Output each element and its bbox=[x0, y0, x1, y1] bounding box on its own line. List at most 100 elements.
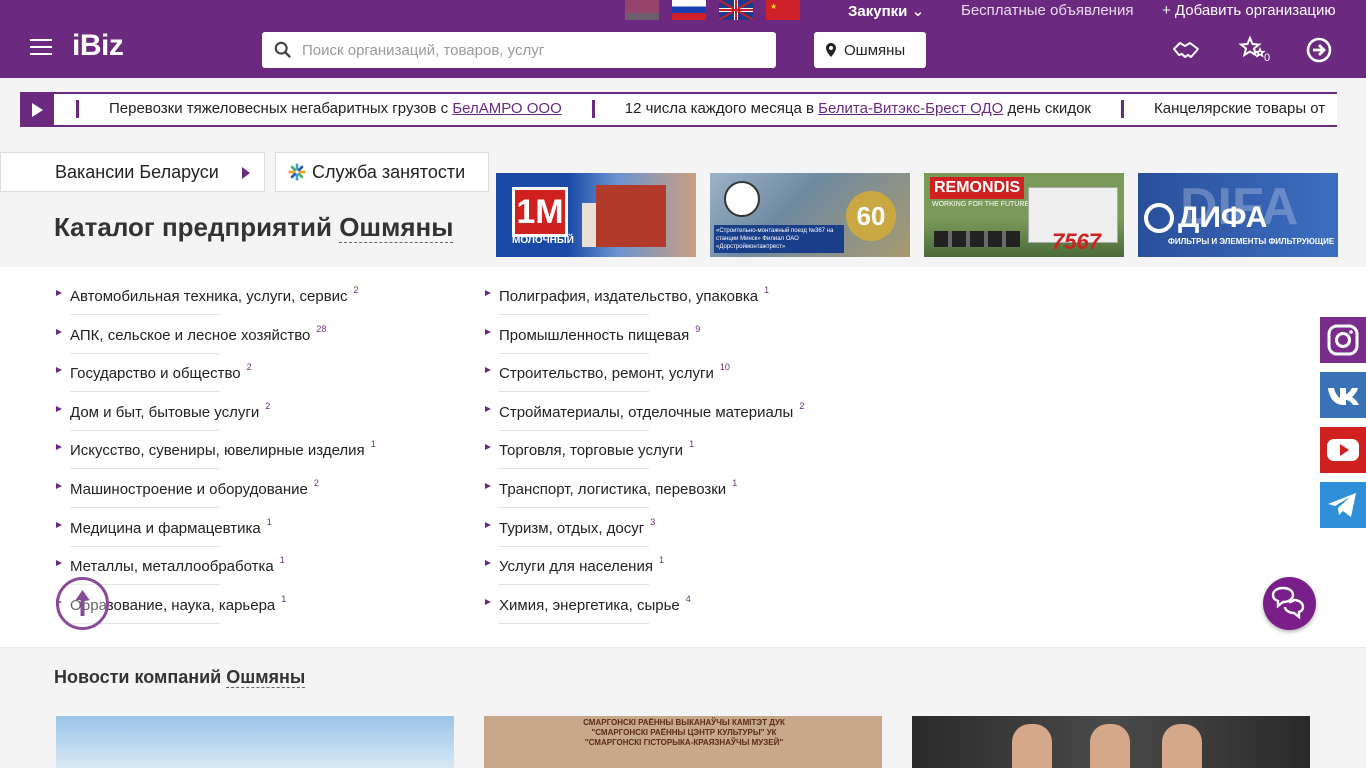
catalog-category[interactable]: Туризм, отдых, досуг 3 bbox=[483, 509, 803, 548]
by-flag-icon[interactable] bbox=[625, 0, 659, 20]
instagram-icon[interactable] bbox=[1320, 317, 1366, 363]
person-figure bbox=[1012, 724, 1052, 768]
catalog-category-label: Транспорт, логистика, перевозки bbox=[499, 480, 727, 498]
catalog-category-link[interactable]: Химия, энергетика, сырье 4 bbox=[499, 594, 691, 614]
gb-flag-icon[interactable] bbox=[719, 0, 753, 20]
catalog-column-right: Полиграфия, издательство, упаковка 1 Промы… bbox=[483, 277, 804, 625]
catalog-category-count: 1 bbox=[266, 516, 272, 527]
catalog-category[interactable]: Машиностроение и оборудование 2 bbox=[54, 470, 374, 509]
login-icon[interactable] bbox=[1304, 35, 1334, 65]
purchases-label: Закупки bbox=[848, 3, 908, 20]
catalog-city-link[interactable]: Ошмяны bbox=[339, 212, 454, 243]
catalog-category-label: Услуги для населения bbox=[499, 558, 653, 576]
bullet-triangle-icon bbox=[485, 521, 491, 528]
catalog-category[interactable]: Дом и быт, бытовые услуги 2 bbox=[54, 393, 374, 432]
tab-vacancies-label: Вакансии Беларуси bbox=[55, 161, 219, 182]
banner-difa-name: ДИФА bbox=[1178, 201, 1268, 234]
catalog-title: Каталог предприятий Ошмяны bbox=[54, 212, 454, 243]
catalog-category-link[interactable]: Транспорт, логистика, перевозки 1 bbox=[499, 478, 737, 498]
news-city-link[interactable]: Ошмяны bbox=[226, 667, 306, 688]
cn-flag-icon[interactable]: ★ bbox=[766, 0, 800, 20]
catalog-category-link[interactable]: Услуги для населения 1 bbox=[499, 555, 664, 575]
catalog-category-link[interactable]: Туризм, отдых, досуг 3 bbox=[499, 517, 655, 537]
youtube-icon[interactable] bbox=[1320, 427, 1366, 473]
catalog-category-count: 2 bbox=[353, 285, 359, 295]
banner-1m-milk[interactable]: 1M МОЛОЧНЫЙ bbox=[496, 173, 696, 257]
catalog-category[interactable]: АПК, сельское и лесное хозяйство 28 bbox=[54, 316, 374, 355]
catalog-category-link[interactable]: Медицина и фармацевтика 1 bbox=[70, 517, 272, 537]
catalog-category[interactable]: Промышленность пищевая 9 bbox=[483, 316, 803, 355]
search-box bbox=[262, 32, 776, 68]
news-card-image[interactable]: СМАРГОНСКІ РАЁННЫ ВЫКАНАЎЧЫ КАМІТЭТ ДУК … bbox=[484, 716, 882, 768]
catalog-category-link[interactable]: Металлы, металлообработка 1 bbox=[70, 555, 285, 575]
menu-burger-icon[interactable] bbox=[30, 39, 52, 55]
catalog-category[interactable]: Стройматериалы, отделочные материалы 2 bbox=[483, 393, 804, 432]
ticker-play-button[interactable] bbox=[20, 94, 54, 125]
catalog-category[interactable]: Искусство, сувениры, ювелирные изделия 1 bbox=[54, 431, 376, 470]
banner-anniversary: 60 bbox=[846, 191, 896, 241]
catalog-category-link[interactable]: АПК, сельское и лесное хозяйство 28 bbox=[70, 324, 326, 344]
purchases-menu[interactable]: Закупки ⌄ bbox=[848, 2, 924, 20]
catalog-category-label: Государство и общество bbox=[70, 365, 241, 383]
search-icon[interactable] bbox=[274, 41, 292, 59]
catalog-category-link[interactable]: Полиграфия, издательство, упаковка 1 bbox=[499, 285, 769, 305]
tab-employment[interactable]: Служба занятости bbox=[275, 152, 489, 192]
banner-bins bbox=[934, 231, 1020, 247]
bullet-triangle-icon bbox=[485, 405, 491, 412]
catalog-category-link[interactable]: Искусство, сувениры, ювелирные изделия 1 bbox=[70, 439, 376, 459]
catalog-category[interactable]: Строительство, ремонт, услуги 10 bbox=[483, 354, 803, 393]
ticker-text: Перевозки тяжеловесных негабаритных груз… bbox=[109, 100, 453, 117]
banner-remondis[interactable]: REMONDIS WORKING FOR THE FUTURE 7567 bbox=[924, 173, 1124, 257]
handshake-icon[interactable] bbox=[1171, 35, 1201, 65]
ticker-company-link[interactable]: Белита-Витэкс-Брест ОДО bbox=[818, 100, 1003, 117]
catalog-category-label: Торговля, торговые услуги bbox=[499, 442, 684, 460]
catalog-category-link[interactable]: Торговля, торговые услуги 1 bbox=[499, 439, 694, 459]
ticker-item: Перевозки тяжеловесных негабаритных груз… bbox=[109, 100, 562, 118]
catalog-category-label: Автомобильная техника, услуги, сервис bbox=[70, 288, 348, 305]
free-ads-link[interactable]: Бесплатные объявления bbox=[961, 2, 1133, 19]
banner-smp367[interactable]: 60 «Строительно-монтажный поезд №367 на … bbox=[710, 173, 910, 257]
catalog-category-link[interactable]: Машиностроение и оборудование 2 bbox=[70, 478, 319, 498]
ticker-separator bbox=[76, 100, 79, 118]
catalog-category-link[interactable]: Государство и общество 2 bbox=[70, 362, 252, 382]
add-organization-link[interactable]: + Добавить организацию bbox=[1162, 2, 1336, 19]
catalog-category[interactable]: Торговля, торговые услуги 1 bbox=[483, 431, 803, 470]
bullet-triangle-icon bbox=[56, 367, 62, 374]
catalog-category-link[interactable]: Автомобильная техника, услуги, сервис 2 bbox=[70, 285, 359, 305]
bullet-triangle-icon bbox=[485, 444, 491, 451]
catalog-category-label: Машиностроение и оборудование bbox=[70, 480, 308, 498]
catalog-category-link[interactable]: Строительство, ремонт, услуги 10 bbox=[499, 362, 730, 382]
ru-flag-icon[interactable] bbox=[672, 0, 706, 20]
bullet-triangle-icon bbox=[485, 598, 491, 605]
vk-icon[interactable] bbox=[1320, 372, 1366, 418]
news-card-image[interactable] bbox=[56, 716, 454, 768]
catalog-category-link[interactable]: Стройматериалы, отделочные материалы 2 bbox=[499, 401, 804, 421]
telegram-icon[interactable] bbox=[1320, 482, 1366, 528]
ticker-company-link[interactable]: БелАМРО ООО bbox=[452, 100, 561, 117]
catalog-category[interactable]: Медицина и фармацевтика 1 bbox=[54, 509, 374, 548]
catalog-column-left: Автомобильная техника, услуги, сервис 2 АП… bbox=[54, 277, 376, 624]
scroll-to-top-button[interactable] bbox=[56, 577, 109, 630]
catalog-category-link[interactable]: Дом и быт, бытовые услуги 2 bbox=[70, 401, 270, 421]
logo[interactable]: iBiz bbox=[72, 29, 124, 63]
city-selector[interactable]: Ошмяны bbox=[814, 32, 926, 68]
chat-bubbles-icon bbox=[1271, 586, 1305, 620]
banner-difa[interactable]: DIFA ДИФА ФИЛЬТРЫ И ЭЛЕМЕНТЫ ФИЛЬТРУЮЩИЕ bbox=[1138, 173, 1338, 257]
tab-employment-label: Служба занятости bbox=[312, 161, 466, 182]
tab-vacancies[interactable]: Вакансии Беларуси bbox=[0, 152, 265, 192]
divider bbox=[499, 622, 649, 624]
gear-icon bbox=[1144, 203, 1174, 233]
catalog-category[interactable]: Транспорт, логистика, перевозки 1 bbox=[483, 470, 803, 509]
news-card-image[interactable] bbox=[912, 716, 1310, 768]
catalog-category[interactable]: Автомобильная техника, услуги, сервис 2 bbox=[54, 277, 374, 316]
catalog-category-count: 4 bbox=[685, 593, 691, 604]
header: iBiz Ошмяны 0 bbox=[0, 22, 1366, 78]
catalog-category[interactable]: Услуги для населения 1 bbox=[483, 547, 803, 586]
catalog-category[interactable]: Полиграфия, издательство, упаковка 1 bbox=[483, 277, 803, 316]
catalog-category[interactable]: Химия, энергетика, сырье 4 bbox=[483, 586, 803, 625]
ticker-separator bbox=[591, 100, 595, 118]
catalog-category[interactable]: Государство и общество 2 bbox=[54, 354, 374, 393]
chat-button[interactable] bbox=[1263, 577, 1316, 630]
catalog-category-link[interactable]: Промышленность пищевая 9 bbox=[499, 324, 700, 344]
search-input[interactable] bbox=[302, 32, 762, 68]
